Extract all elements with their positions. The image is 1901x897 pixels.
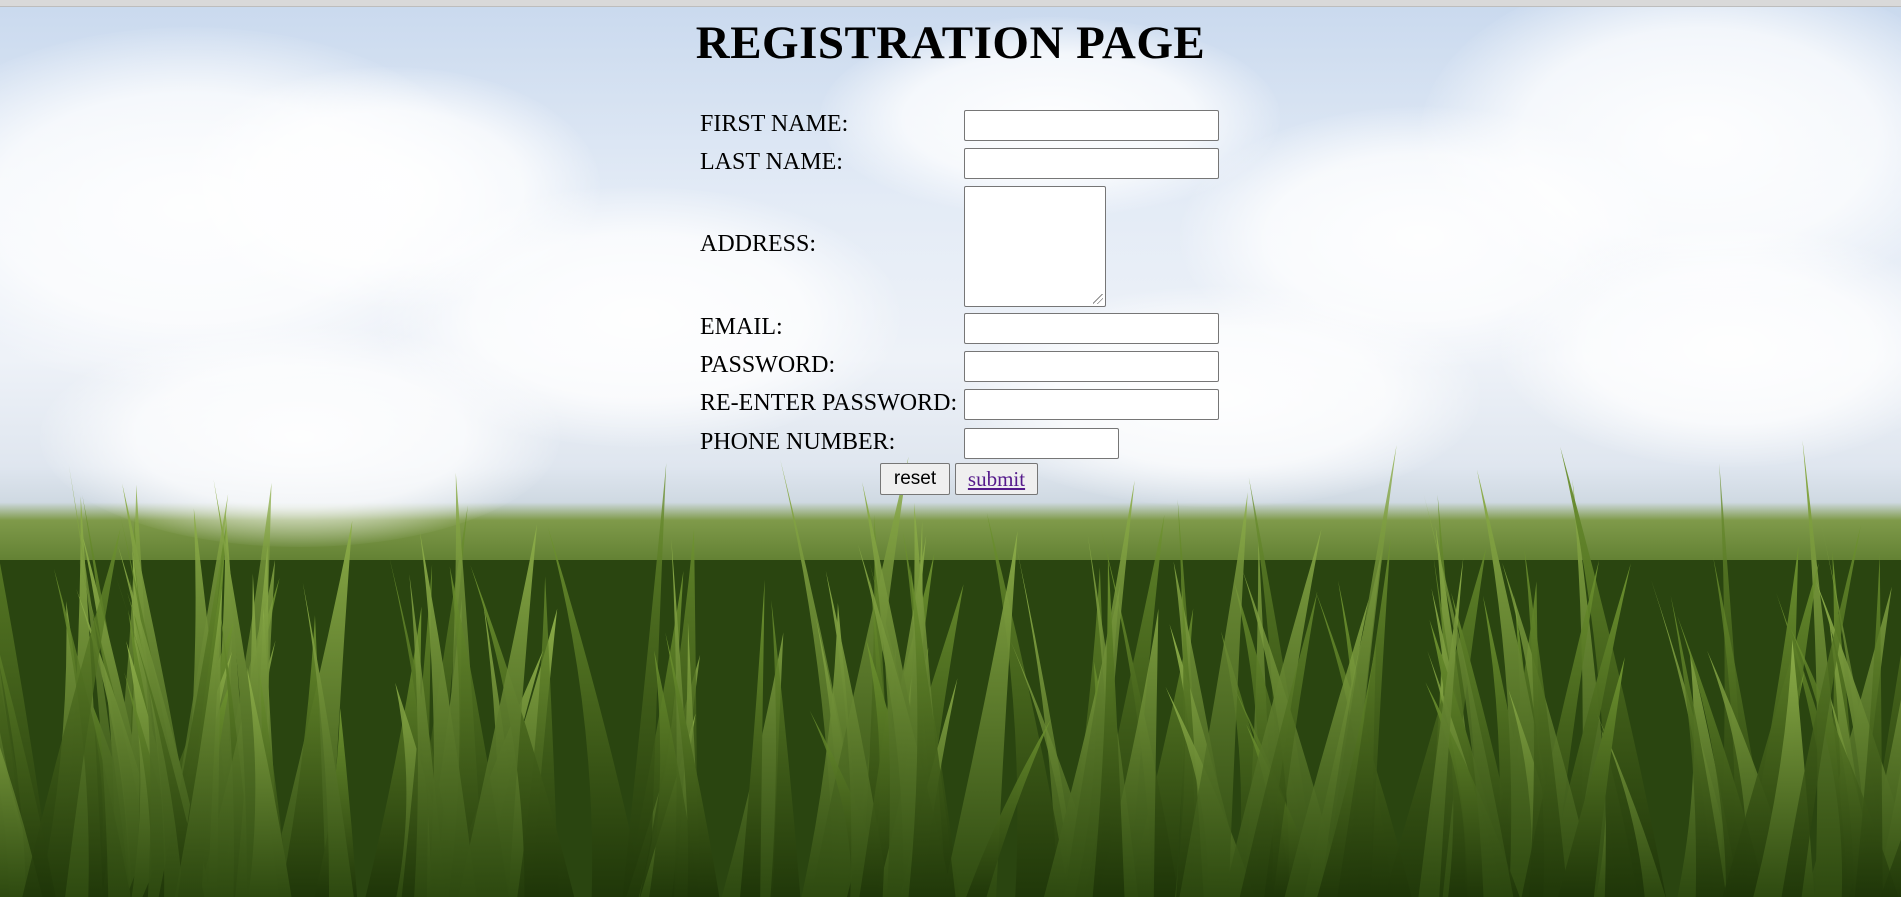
reenter-password-label: RE-ENTER PASSWORD: [700,390,958,416]
address-textarea[interactable] [964,186,1106,307]
email-label: EMAIL: [700,314,783,340]
password-label: PASSWORD: [700,352,836,378]
password-input[interactable] [964,351,1219,382]
reenter-password-input[interactable] [964,389,1219,420]
reset-button[interactable]: reset [880,463,950,495]
page-title: REGISTRATION PAGE [695,17,1206,69]
button-row: reset submit [700,463,1120,497]
first-name-input[interactable] [964,110,1219,141]
email-input[interactable] [964,313,1219,344]
first-name-label: FIRST NAME: [700,111,849,137]
last-name-input[interactable] [964,148,1219,179]
phone-label: PHONE NUMBER: [700,429,896,455]
last-name-label: LAST NAME: [700,149,843,175]
phone-input[interactable] [964,428,1119,459]
address-label: ADDRESS: [700,231,817,257]
submit-button[interactable]: submit [955,463,1038,495]
corn-field [0,440,1901,897]
resize-handle-icon[interactable] [1093,294,1103,304]
